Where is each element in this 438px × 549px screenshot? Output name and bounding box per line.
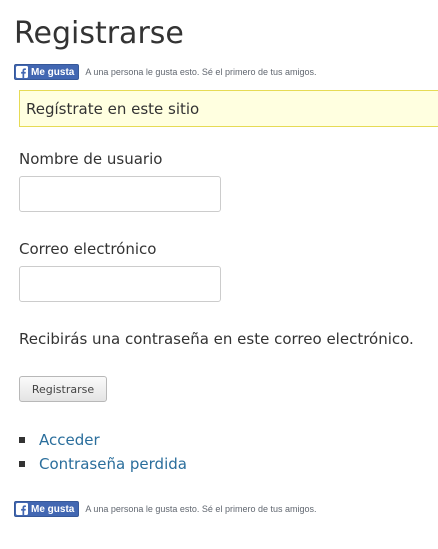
facebook-like-button[interactable]: Me gusta [14,64,80,80]
facebook-like-label: Me gusta [31,66,75,78]
email-label: Correo electrónico [19,240,157,258]
lost-password-link[interactable]: Contraseña perdida [39,455,187,473]
register-button[interactable]: Registrarse [19,376,107,402]
list-item: Acceder [19,428,187,452]
facebook-icon [16,66,28,78]
facebook-like-widget-top: Me gusta A una persona le gusta esto. Sé… [14,64,316,80]
bullet-icon [19,437,25,443]
facebook-social-text: A una persona le gusta esto. Sé el prime… [85,504,317,514]
list-item: Contraseña perdida [19,452,187,476]
email-input[interactable] [19,266,221,302]
login-link[interactable]: Acceder [39,431,100,449]
page-title: Registrarse [14,16,184,51]
register-notice: Regístrate en este sitio [19,90,438,127]
facebook-like-label: Me gusta [31,503,75,515]
facebook-like-widget-bottom: Me gusta A una persona le gusta esto. Sé… [14,501,316,517]
username-label: Nombre de usuario [19,150,163,168]
register-notice-text: Regístrate en este sitio [26,99,200,118]
bullet-icon [19,461,25,467]
username-input[interactable] [19,176,221,212]
password-info-text: Recibirás una contraseña en este correo … [19,330,414,348]
facebook-icon [16,503,28,515]
facebook-like-button[interactable]: Me gusta [14,501,80,517]
page: Registrarse Me gusta A una persona le gu… [0,0,438,549]
facebook-social-text: A una persona le gusta esto. Sé el prime… [85,67,317,77]
account-links: Acceder Contraseña perdida [19,428,187,476]
